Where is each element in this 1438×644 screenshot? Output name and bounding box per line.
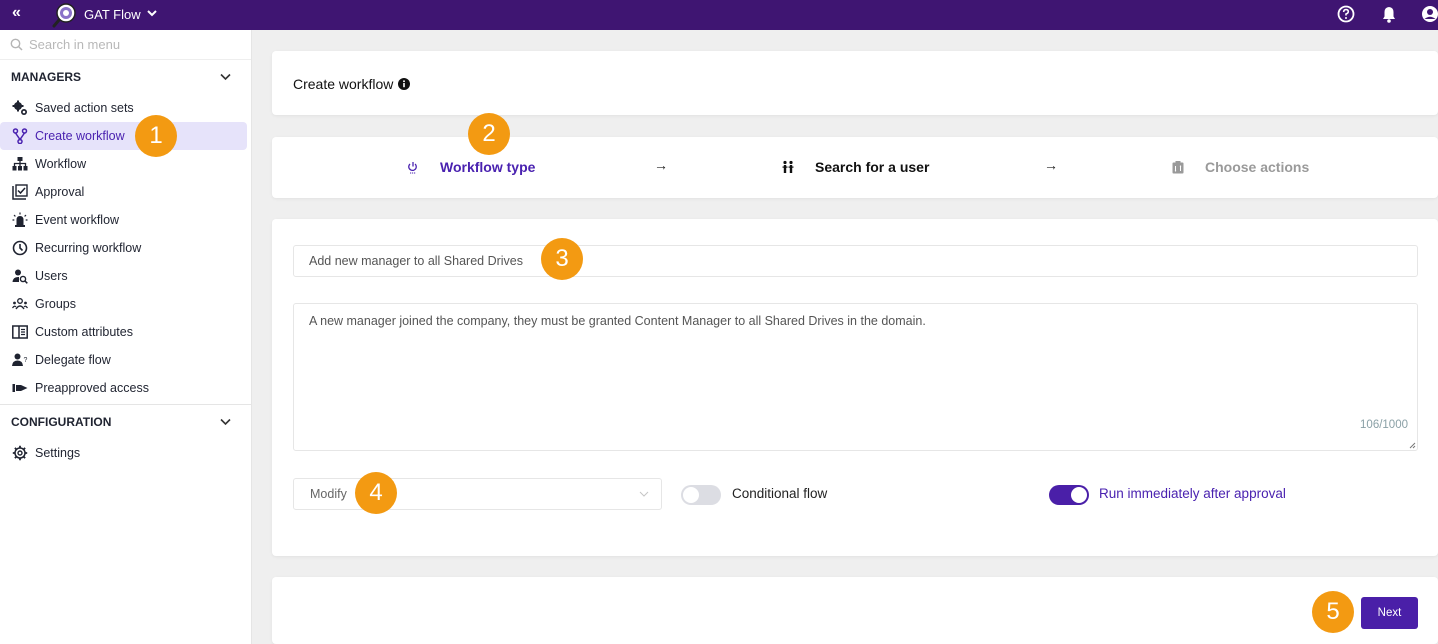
sidebar-item-approval[interactable]: Approval bbox=[0, 178, 247, 206]
app-name[interactable]: GAT Flow bbox=[84, 7, 141, 22]
stepper-card: Workflow type → Search for a user → Choo… bbox=[272, 137, 1438, 198]
help-circle-icon[interactable] bbox=[1335, 3, 1357, 25]
bell-icon[interactable] bbox=[1378, 3, 1400, 25]
sidebar-item-label: Create workflow bbox=[35, 129, 125, 143]
user-question-icon: ? bbox=[12, 352, 28, 368]
annotation-badge: 1 bbox=[135, 115, 177, 157]
sidebar-item-label: Groups bbox=[35, 297, 76, 311]
step-label: Search for a user bbox=[815, 159, 930, 175]
sidebar-item-users[interactable]: Users bbox=[0, 262, 247, 290]
annotation-badge: 5 bbox=[1312, 591, 1354, 633]
menu-search bbox=[0, 30, 251, 60]
workflow-description-textarea[interactable]: A new manager joined the company, they m… bbox=[293, 303, 1418, 451]
step-search-user[interactable]: Search for a user bbox=[781, 159, 929, 175]
workflow-form-card: A new manager joined the company, they m… bbox=[272, 219, 1438, 556]
section-configuration[interactable]: CONFIGURATION bbox=[0, 405, 251, 439]
footer-card: Next bbox=[272, 577, 1438, 644]
sidebar-item-event-workflow[interactable]: Event workflow bbox=[0, 206, 247, 234]
step-label: Workflow type bbox=[440, 159, 536, 175]
sidebar-item-preapproved-access[interactable]: Preapproved access bbox=[0, 374, 247, 402]
attributes-panel-icon bbox=[12, 324, 28, 340]
sidebar-item-workflow[interactable]: Workflow bbox=[0, 150, 247, 178]
chevron-down-icon[interactable] bbox=[146, 6, 158, 20]
sitemap-icon bbox=[12, 156, 28, 172]
toggle-knob bbox=[1071, 487, 1087, 503]
sidebar-item-custom-attributes[interactable]: Custom attributes bbox=[0, 318, 247, 346]
sidebar-item-delegate-flow[interactable]: ? Delegate flow bbox=[0, 346, 247, 374]
annotation-badge: 3 bbox=[541, 238, 583, 280]
clipboard-icon bbox=[1172, 161, 1184, 174]
section-title: MANAGERS bbox=[11, 70, 82, 84]
chevron-down-icon bbox=[220, 418, 231, 426]
sidebar-item-create-workflow[interactable]: Create workflow bbox=[0, 122, 247, 150]
page-header-card: Create workflow bbox=[272, 51, 1438, 115]
people-icon bbox=[782, 160, 794, 173]
sidebar-item-label: Saved action sets bbox=[35, 101, 134, 115]
search-icon bbox=[10, 38, 23, 51]
sidebar-item-label: Preapproved access bbox=[35, 381, 149, 395]
conditional-flow-label: Conditional flow bbox=[732, 486, 828, 501]
page-title: Create workflow bbox=[293, 76, 411, 92]
info-icon[interactable] bbox=[398, 78, 411, 90]
user-account-icon[interactable] bbox=[1419, 3, 1438, 25]
arrow-right-icon: → bbox=[654, 157, 668, 173]
conditional-flow-toggle[interactable] bbox=[681, 485, 721, 505]
step-choose-actions[interactable]: Choose actions bbox=[1171, 159, 1309, 175]
gears-icon bbox=[12, 100, 28, 116]
sidebar-item-groups[interactable]: Groups bbox=[0, 290, 247, 318]
user-search-icon bbox=[12, 268, 28, 284]
sidebar-item-label: Delegate flow bbox=[35, 353, 111, 367]
sidebar-item-saved-action-sets[interactable]: Saved action sets bbox=[0, 94, 247, 122]
approval-checklist-icon bbox=[12, 184, 28, 200]
section-title: CONFIGURATION bbox=[11, 415, 112, 429]
sidebar-item-recurring-workflow[interactable]: Recurring workflow bbox=[0, 234, 247, 262]
fork-icon bbox=[12, 128, 28, 144]
collapse-sidebar-button[interactable]: « bbox=[12, 4, 21, 22]
workflow-type-select[interactable]: Modify bbox=[293, 478, 662, 510]
next-button[interactable]: Next bbox=[1361, 597, 1418, 629]
gear-icon bbox=[12, 445, 28, 461]
section-managers[interactable]: MANAGERS bbox=[0, 60, 251, 94]
svg-text:?: ? bbox=[24, 357, 28, 364]
sidebar-item-label: Event workflow bbox=[35, 213, 120, 227]
sidebar: MANAGERS Saved action sets Create workfl… bbox=[0, 30, 252, 644]
double-chevron-left-icon: « bbox=[12, 4, 21, 21]
arrow-right-icon: → bbox=[1044, 157, 1058, 173]
run-immediately-toggle[interactable] bbox=[1049, 485, 1089, 505]
app-logo-icon bbox=[52, 3, 76, 28]
sidebar-item-label: Workflow bbox=[35, 157, 87, 171]
power-icon bbox=[408, 162, 417, 174]
annotation-badge: 4 bbox=[355, 472, 397, 514]
run-immediately-label: Run immediately after approval bbox=[1099, 486, 1286, 501]
sidebar-item-label: Approval bbox=[35, 185, 85, 199]
hand-pointing-icon bbox=[12, 380, 28, 396]
resize-handle-icon[interactable] bbox=[1408, 441, 1416, 449]
select-value: Modify bbox=[310, 487, 347, 501]
sidebar-item-label: Recurring workflow bbox=[35, 241, 142, 255]
step-label: Choose actions bbox=[1205, 159, 1310, 175]
workflow-name-input[interactable] bbox=[293, 245, 1418, 277]
group-icon bbox=[12, 296, 28, 312]
step-workflow-type[interactable]: Workflow type bbox=[406, 159, 535, 175]
alarm-light-icon bbox=[12, 212, 28, 228]
character-counter: 106/1000 bbox=[1360, 419, 1408, 431]
toggle-knob bbox=[683, 487, 699, 503]
chevron-down-icon bbox=[220, 73, 231, 81]
top-bar: « GAT Flow bbox=[0, 0, 1438, 30]
sidebar-item-label: Settings bbox=[35, 446, 81, 460]
chevron-down-icon bbox=[639, 491, 649, 497]
sidebar-item-settings[interactable]: Settings bbox=[0, 439, 247, 467]
clock-icon bbox=[12, 240, 28, 256]
sidebar-item-label: Custom attributes bbox=[35, 325, 133, 339]
annotation-badge: 2 bbox=[468, 113, 510, 155]
sidebar-item-label: Users bbox=[35, 269, 68, 283]
menu-search-input[interactable] bbox=[29, 37, 249, 52]
